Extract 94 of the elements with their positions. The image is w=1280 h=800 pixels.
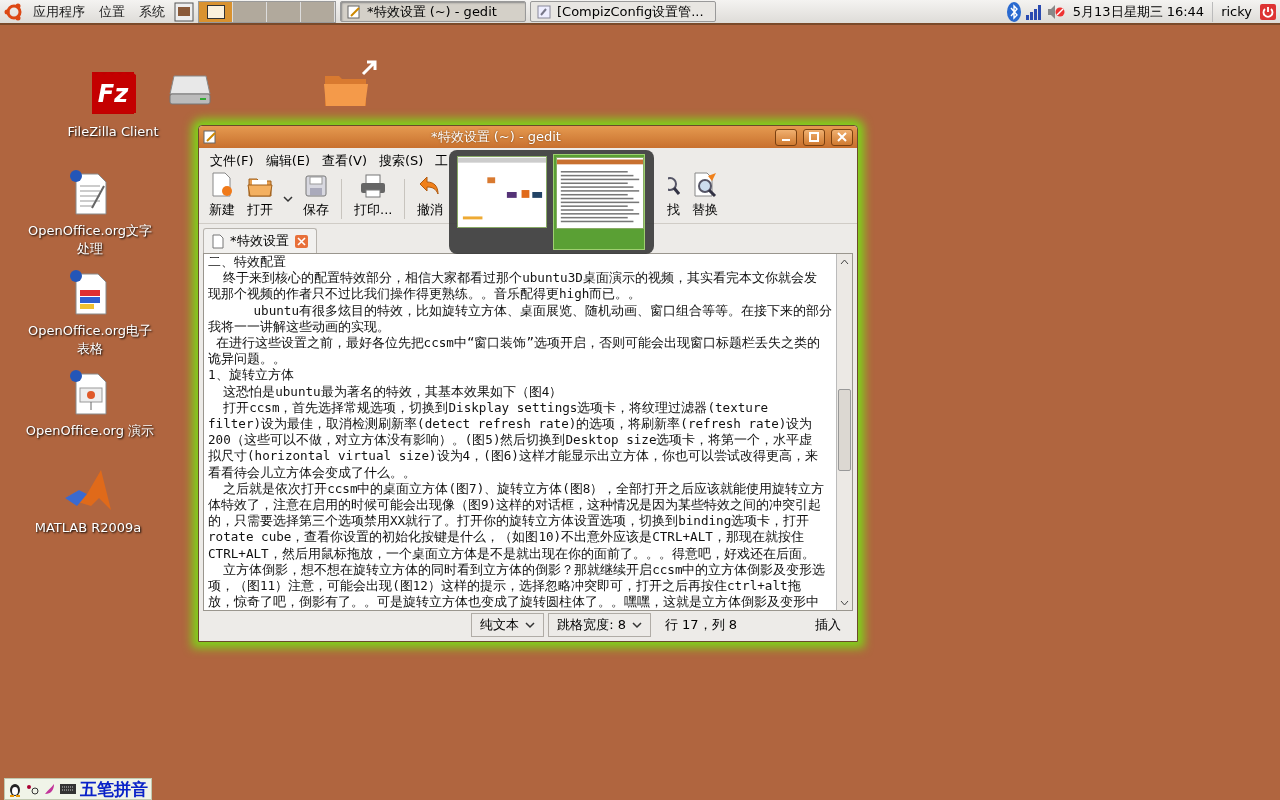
toolbar-button[interactable]: 新建 [205, 172, 239, 219]
power-icon[interactable] [1260, 3, 1276, 20]
crescent-icon[interactable] [42, 782, 56, 796]
penguin-icon[interactable] [8, 781, 22, 797]
hard-drive-icon [168, 74, 212, 106]
panel-menu[interactable]: 位置 [94, 0, 130, 23]
text-line: filter)设为最佳，取消检测刷新率(detect refresh rate)的选项，将刷新率(refresh rate)设为 [208, 416, 814, 433]
text-line: 打开ccsm，首先选择常规选项，切换到Diskplay settings选项卡，将纹理过滤器(texture [222, 399, 770, 417]
scroll-thumb[interactable] [838, 389, 851, 471]
workspace-cell[interactable] [267, 1, 301, 22]
printer-icon [360, 174, 387, 198]
folder-link-icon [323, 60, 379, 108]
desktop-icon-label[interactable]: FileZilla Client [48, 124, 178, 139]
scroll-up-icon[interactable] [840, 258, 849, 265]
insert-mode: 插入 [814, 616, 842, 635]
text-line: 在进行这些设置之前，最好各位先把ccsm中“窗口装饰”选项开启，否则可能会出现窗口标题栏丢失之类的 [214, 335, 822, 352]
text-line: 之后就是依次打开ccsm中的桌面立方体(图7)、旋转立方体(图8），全部打开之后应该就能使用旋转立方 [222, 480, 826, 498]
maximize-button[interactable] [803, 128, 825, 146]
tab-width-dropdown[interactable]: 跳格宽度: 8 [548, 613, 651, 638]
text-editor-icon [203, 130, 217, 144]
text-line: rotate cube，查看你设置的初始化按键是什么，（如图10)不出意外应该是CTRL+ALT，那现在就按住 [208, 529, 805, 546]
text-line: 看看待会儿立方体会变成了什么。。 [208, 464, 417, 481]
text-line: 二、特效配置 [208, 254, 287, 271]
caret-icon [631, 621, 642, 630]
text-editor-icon [347, 4, 361, 19]
text-line: 终于来到核心的配置特效部分，相信大家都看过那个ubuntu3D桌面演示的视频，其实看完本文你就会发 [222, 270, 818, 287]
minimize-icon [782, 139, 790, 141]
new-document-icon [210, 172, 234, 198]
text-line: ubuntu有很多炫目的特效，比如旋转立方体、桌面展览、随机动画、窗口组合等等。在接下来的部分 [252, 302, 832, 319]
text-line: 1、旋转立方体 [208, 367, 295, 384]
text-line: 项，（图11）注意，可能会出现(图12）这样的提示，选择忽略冲突即可，打开之后再按住ctrl+alt拖 [208, 578, 802, 595]
punctuation-icon[interactable] [25, 782, 39, 796]
maximize-icon [809, 132, 819, 142]
workspace-cell[interactable] [199, 1, 233, 22]
menu-item[interactable]: 查看(V) [317, 150, 373, 172]
minimize-button[interactable] [775, 128, 797, 146]
menu-item[interactable]: 文件(F) [205, 150, 259, 172]
menu-item[interactable]: 工 [430, 150, 454, 172]
tab-close-button[interactable] [294, 234, 308, 248]
text-line: 放，惊奇了吧，倒影有了。。可是旋转立方体也变成了旋转圆柱体了。。嘿嘿，这就是立方体倒影及变形中 [208, 594, 820, 611]
user-name[interactable]: ricky [1217, 4, 1256, 19]
desktop-icon-label[interactable]: OpenOffice.org文字处理 [25, 222, 155, 258]
desktop-icon-label[interactable]: MATLAB R2009a [23, 520, 153, 535]
close-icon [837, 132, 847, 142]
text-line: 这恐怕是ubuntu最为著名的特效，其基本效果如下（图4） [222, 383, 564, 400]
language-dropdown[interactable]: 纯文本 [471, 613, 545, 638]
desktop-icon-label[interactable]: OpenOffice.org 演示 [25, 422, 155, 440]
cursor-position: 行 17，列 8 [663, 616, 738, 635]
scroll-down-icon[interactable] [840, 599, 849, 606]
volume-muted-icon[interactable] [1046, 3, 1065, 20]
clock[interactable]: 5月13日星期三 16:44 [1068, 2, 1209, 21]
taskbar-button[interactable]: *特效设置 (~) - gedit [340, 1, 526, 22]
ubuntu-logo-icon[interactable] [4, 1, 24, 22]
menu-item[interactable]: 搜索(S) [374, 150, 429, 172]
toolbar-button[interactable]: 打开 [243, 174, 277, 219]
signal-bars-icon[interactable] [1024, 3, 1043, 20]
toolbar-button[interactable]: 撤消 [413, 174, 448, 219]
text-document-icon [70, 170, 110, 216]
desktop-icon-label[interactable]: OpenOffice.org电子表格 [25, 322, 155, 358]
taskbar-button[interactable]: [CompizConfig设置管... [530, 1, 716, 22]
text-line: 诡异问题。。 [208, 351, 287, 368]
window-thumbnail[interactable] [553, 154, 645, 250]
text-line: 现那个视频的作者只不过比我们操作得更熟练。。音乐配得更high而已。。 [208, 286, 643, 303]
text-line: CTRL+ALT，然后用鼠标拖放，一个桌面立方体是不是就出现在你的面前了。。。得意吧，好戏还在后面。 [208, 545, 816, 562]
close-button[interactable] [831, 128, 853, 146]
document-icon [212, 233, 224, 249]
window-title: *特效设置 (~) - gedit [430, 128, 562, 146]
document-tab[interactable]: *特效设置 [203, 228, 317, 253]
caret-icon [283, 195, 293, 203]
text-line: 的，只需要选择第三个选项禁用XX就行了。打开你的旋转立方体设置选项，切换到binding选项卡，打开 [208, 513, 811, 530]
spreadsheet-icon [70, 270, 110, 316]
toolbar-button[interactable]: 替换 [688, 172, 723, 219]
show-desktop-icon[interactable] [174, 1, 194, 22]
toolbar-button[interactable]: 打印... [350, 174, 397, 219]
workspace-cell[interactable] [233, 1, 267, 22]
panel-menu[interactable]: 系统 [134, 0, 170, 23]
scrollbar[interactable] [836, 254, 852, 611]
presentation-icon [70, 370, 110, 416]
toolbar-button[interactable]: 找 [663, 174, 685, 219]
panel-menu[interactable]: 应用程序 [28, 0, 90, 23]
toolbar-button[interactable]: 保存 [299, 174, 333, 219]
replace-icon [692, 172, 719, 198]
text-line: 立方体倒影，想不想在旋转立方体的同时看到立方体的倒影？那就继续开启ccsm中的立方体倒影及变形选 [222, 561, 827, 579]
magnifier-icon [667, 174, 680, 198]
workspace-cell[interactable] [301, 1, 335, 22]
text-line: 体特效了，注意在启用的时候可能会出现像（图9)这样的对话框，这种情况是因为某些特效之间的冲突引起 [208, 497, 823, 514]
caret-icon [525, 621, 536, 630]
settings-app-icon [537, 4, 551, 19]
text-line: 拟尺寸(horizontal virtual size)设为4，(图6)这样才能显示出立方体，你也可以尝试改得更高，来 [208, 448, 819, 465]
menu-item[interactable]: 编辑(E) [260, 150, 315, 172]
text-line: 我将一一讲解这些动画的实现。 [208, 318, 391, 335]
soft-keyboard-icon[interactable] [59, 783, 77, 795]
bluetooth-icon[interactable] [1006, 1, 1021, 22]
text-line: 200（这些可以不做，对立方体没有影响）。(图5)然后切换到Desktop size选项卡，将第一个，水平虚 [208, 432, 814, 449]
